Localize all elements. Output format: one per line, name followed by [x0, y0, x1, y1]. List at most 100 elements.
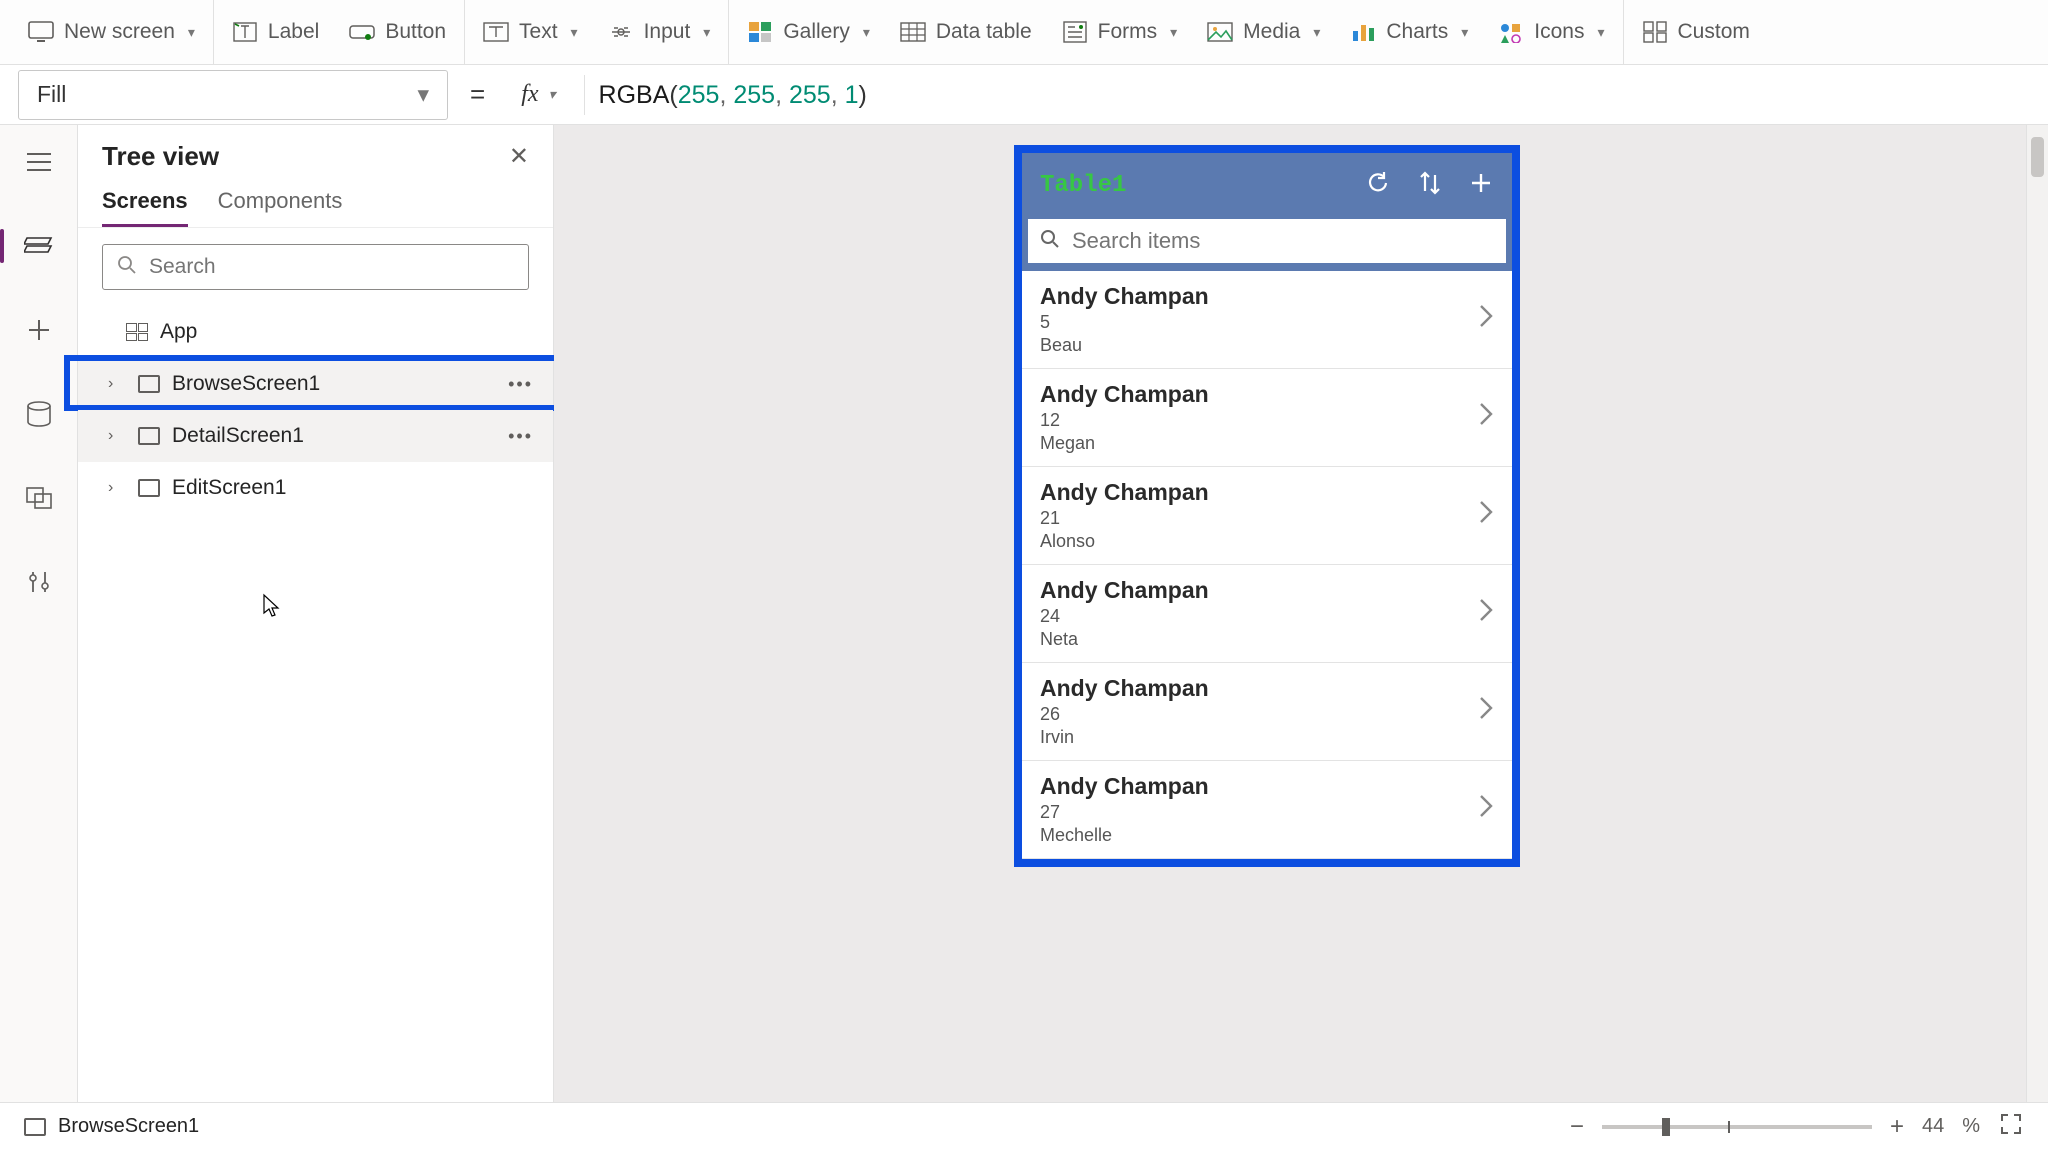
fit-to-window-button[interactable]	[1998, 1111, 2024, 1143]
list-item[interactable]: Andy Champan27Mechelle	[1022, 761, 1512, 859]
rail-advanced-tools-button[interactable]	[18, 561, 60, 603]
list-item[interactable]: Andy Champan24Neta	[1022, 565, 1512, 663]
cursor-icon	[260, 593, 282, 625]
zoom-in-button[interactable]: +	[1890, 1113, 1904, 1141]
tree-item-app[interactable]: App	[78, 306, 553, 358]
list-item-subtitle-2: Alonso	[1040, 531, 1209, 552]
text-button[interactable]: Text ▾	[479, 13, 582, 51]
phone-search[interactable]	[1026, 217, 1508, 265]
custom-label: Custom	[1678, 20, 1750, 44]
chevron-right-icon[interactable]: ›	[108, 479, 126, 497]
list-item[interactable]: Andy Champan21Alonso	[1022, 467, 1512, 565]
canvas[interactable]: Table1	[554, 125, 2048, 1102]
tree-search-input[interactable]	[149, 255, 514, 279]
rail-hamburger-button[interactable]	[18, 141, 60, 183]
phone-preview: Table1	[1014, 145, 1520, 867]
close-icon[interactable]: ✕	[509, 142, 529, 171]
list-item[interactable]: Andy Champan26Irvin	[1022, 663, 1512, 761]
refresh-icon[interactable]	[1364, 169, 1392, 202]
chevron-down-icon: ▾	[1597, 24, 1604, 41]
sort-icon[interactable]	[1418, 169, 1442, 202]
more-icon[interactable]: •••	[508, 374, 533, 395]
icons-icon	[1498, 19, 1524, 45]
chevron-right-icon	[1478, 400, 1494, 435]
screen-icon	[24, 1118, 46, 1136]
rail-tree-view-button[interactable]	[18, 225, 60, 267]
chevron-right-icon[interactable]: ›	[108, 375, 126, 393]
input-label: Input	[644, 20, 691, 44]
tree-search[interactable]	[102, 244, 529, 290]
list-item-subtitle-1: 12	[1040, 410, 1209, 431]
chevron-down-icon: ▾	[1313, 24, 1320, 41]
data-table-label: Data table	[936, 20, 1032, 44]
input-icon	[608, 19, 634, 45]
slider-thumb[interactable]	[1662, 1118, 1670, 1136]
rail-media-button[interactable]	[18, 477, 60, 519]
icons-button[interactable]: Icons ▾	[1494, 13, 1608, 51]
data-table-button[interactable]: Data table	[896, 13, 1036, 51]
list-item-subtitle-2: Beau	[1040, 335, 1209, 356]
rail-insert-button[interactable]	[18, 309, 60, 351]
list-item-subtitle-2: Megan	[1040, 433, 1209, 454]
phone-search-input[interactable]	[1072, 228, 1494, 254]
formula-bar: Fill ▾ = fx ▾ RGBA(255, 255, 255, 1)	[0, 65, 2048, 125]
phone-title: Table1	[1040, 172, 1126, 199]
forms-button[interactable]: Forms ▾	[1058, 13, 1182, 51]
charts-label: Charts	[1386, 20, 1448, 44]
button-button[interactable]: Button	[345, 13, 450, 51]
tree-item-editscreen1[interactable]: › EditScreen1	[78, 462, 553, 514]
custom-button[interactable]: Custom	[1638, 13, 1754, 51]
gallery-label: Gallery	[783, 20, 850, 44]
chevron-down-icon: ▾	[1461, 24, 1468, 41]
label-button[interactable]: Label	[228, 13, 323, 51]
list-item[interactable]: Andy Champan12Megan	[1022, 369, 1512, 467]
add-icon[interactable]	[1468, 170, 1494, 201]
property-value: Fill	[37, 81, 66, 108]
text-label: Text	[519, 20, 558, 44]
tab-components[interactable]: Components	[218, 188, 343, 227]
list-item-subtitle-2: Mechelle	[1040, 825, 1209, 846]
tree-item-label: BrowseScreen1	[172, 372, 320, 396]
tree-item-browsescreen1[interactable]: › BrowseScreen1 •••	[78, 358, 553, 410]
new-screen-button[interactable]: New screen ▾	[24, 13, 199, 51]
rail-data-button[interactable]	[18, 393, 60, 435]
tree-item-label: DetailScreen1	[172, 424, 304, 448]
fx-button[interactable]: fx ▾	[507, 81, 569, 108]
chevron-down-icon: ▾	[1170, 24, 1177, 41]
list-item-subtitle-1: 5	[1040, 312, 1209, 333]
input-button[interactable]: Input ▾	[604, 13, 715, 51]
gallery-button[interactable]: Gallery ▾	[743, 13, 874, 51]
list-item-subtitle-1: 26	[1040, 704, 1209, 725]
vertical-scrollbar[interactable]	[2026, 125, 2048, 1102]
list-item-title: Andy Champan	[1040, 381, 1209, 408]
chevron-down-icon: ▾	[188, 24, 195, 41]
list-item-title: Andy Champan	[1040, 577, 1209, 604]
chevron-right-icon	[1478, 302, 1494, 337]
data-table-icon	[900, 19, 926, 45]
zoom-slider[interactable]	[1602, 1125, 1872, 1129]
chevron-right-icon	[1478, 694, 1494, 729]
list-item[interactable]: Andy Champan5Beau	[1022, 271, 1512, 369]
text-icon	[483, 19, 509, 45]
tab-screens[interactable]: Screens	[102, 188, 188, 227]
zoom-out-button[interactable]: −	[1570, 1113, 1584, 1141]
forms-icon	[1062, 19, 1088, 45]
list-item-subtitle-2: Neta	[1040, 629, 1209, 650]
status-selected-label: BrowseScreen1	[58, 1115, 199, 1138]
property-dropdown[interactable]: Fill ▾	[18, 70, 448, 120]
charts-button[interactable]: Charts ▾	[1346, 13, 1472, 51]
main-area: Tree view ✕ Screens Components App ›	[0, 125, 2048, 1102]
more-icon[interactable]: •••	[508, 426, 533, 447]
button-label: Button	[385, 20, 446, 44]
chevron-down-icon: ▾	[863, 24, 870, 41]
left-rail	[0, 125, 78, 1102]
tree-item-detailscreen1[interactable]: › DetailScreen1 •••	[78, 410, 553, 462]
formula-func: RGBA	[599, 81, 670, 109]
formula-input[interactable]: RGBA(255, 255, 255, 1)	[599, 80, 867, 110]
chevron-down-icon: ▾	[703, 24, 710, 41]
scrollbar-thumb[interactable]	[2031, 137, 2044, 177]
chevron-right-icon[interactable]: ›	[108, 427, 126, 445]
list-item-subtitle-1: 27	[1040, 802, 1209, 823]
equals-label: =	[462, 79, 493, 110]
media-button[interactable]: Media ▾	[1203, 13, 1324, 51]
